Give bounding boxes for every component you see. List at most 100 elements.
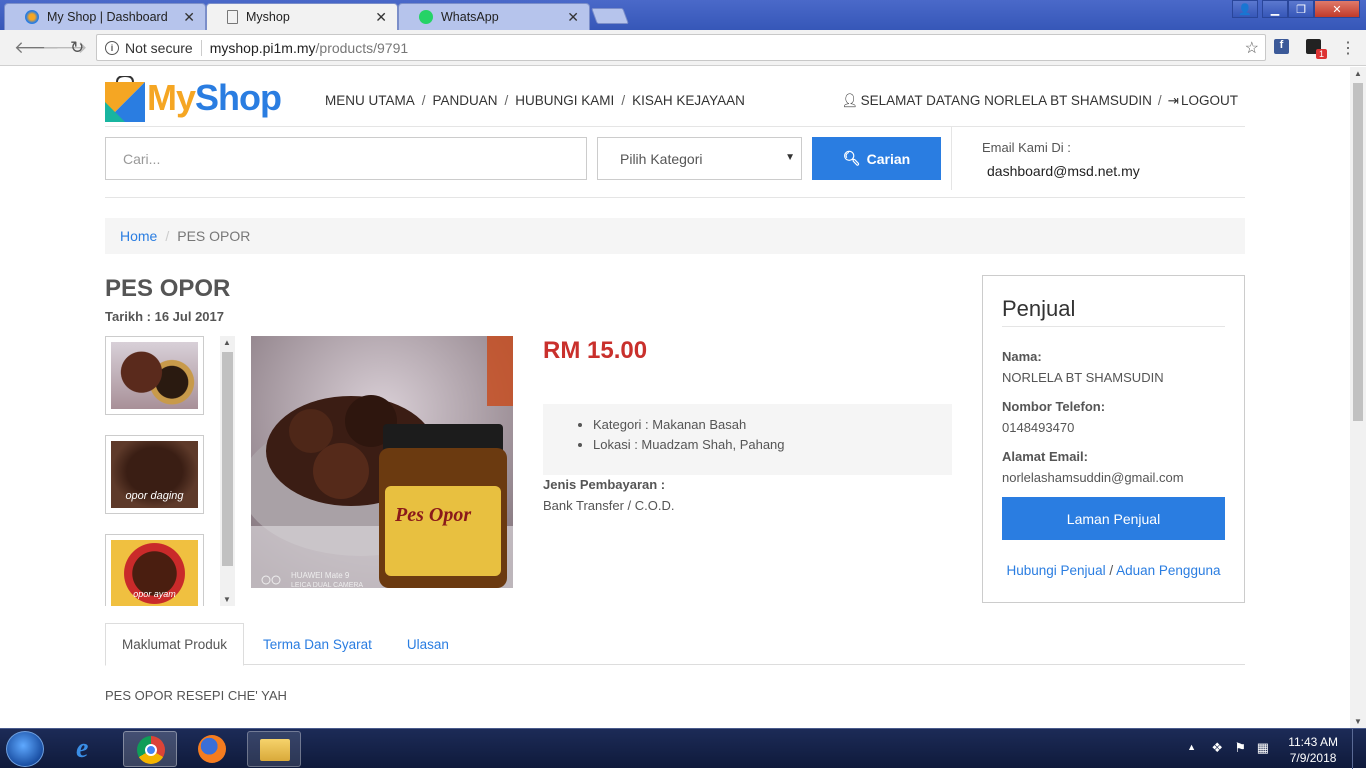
detail-category: Kategori : Makanan Basah bbox=[593, 417, 952, 432]
browser-tab-strip: My Shop | Dashboard ✕ Myshop ✕ WhatsApp … bbox=[0, 0, 1366, 30]
search-button[interactable]: 🔍︎ Carian bbox=[812, 137, 941, 180]
clock-date: 7/9/2018 bbox=[1289, 751, 1337, 765]
category-select[interactable]: Pilih Kategori ▼ bbox=[597, 137, 802, 180]
seller-phone-label: Nombor Telefon: bbox=[1002, 399, 1106, 414]
dropbox-icon[interactable]: ❖ bbox=[1211, 740, 1223, 756]
thumbnail-image: opor ayam bbox=[111, 540, 198, 606]
user-icon: 👤︎ bbox=[841, 93, 859, 108]
action-center-flag-icon[interactable]: ⚑ bbox=[1234, 740, 1246, 756]
email-address: dashboard@msd.net.my bbox=[987, 163, 1140, 179]
new-tab-button[interactable] bbox=[591, 8, 629, 24]
profile-icon[interactable]: 👤 bbox=[1232, 0, 1258, 18]
seller-heading: Penjual bbox=[1002, 296, 1225, 327]
restore-button[interactable]: ❐ bbox=[1288, 0, 1314, 18]
nav-kisah-kejayaan[interactable]: KISAH KEJAYAAN bbox=[632, 93, 745, 108]
nav-menu-utama[interactable]: MENU UTAMA bbox=[325, 93, 415, 108]
payment-label: Jenis Pembayaran : bbox=[543, 477, 666, 492]
url-path: /products/9791 bbox=[315, 39, 409, 56]
product-details: Kategori : Makanan Basah Lokasi : Muadza… bbox=[543, 404, 952, 475]
info-icon[interactable]: i bbox=[105, 40, 119, 55]
logout-link[interactable]: LOGOUT bbox=[1181, 93, 1238, 109]
seller-page-button[interactable]: Laman Penjual bbox=[1002, 497, 1225, 540]
tab-my-shop-dashboard[interactable]: My Shop | Dashboard ✕ bbox=[4, 3, 206, 30]
thumbnail-image bbox=[111, 342, 198, 409]
search-icon: 🔍︎ bbox=[842, 150, 861, 166]
tab-maklumat-produk[interactable]: Maklumat Produk bbox=[105, 623, 245, 666]
network-icon[interactable]: ▦ bbox=[1257, 740, 1269, 756]
link-separator: / bbox=[1109, 563, 1114, 578]
scroll-down-icon[interactable]: ▼ bbox=[1354, 717, 1362, 726]
scrollbar-thumb[interactable] bbox=[1353, 83, 1363, 421]
contact-email-box: Email Kami Di : dashboard@msd.net.my bbox=[982, 140, 1140, 179]
breadcrumb-separator: / bbox=[165, 228, 170, 244]
thumbnail-3[interactable]: opor ayam bbox=[105, 534, 204, 606]
divider bbox=[105, 197, 1245, 198]
welcome-link[interactable]: SELAMAT DATANG NORLELA BT SHAMSUDIN bbox=[861, 93, 1152, 109]
close-window-button[interactable]: ✕ bbox=[1314, 0, 1360, 18]
contact-seller-link[interactable]: Hubungi Penjual bbox=[1007, 563, 1106, 578]
scroll-up-icon[interactable]: ▲ bbox=[1354, 69, 1362, 78]
search-button-label: Carian bbox=[866, 150, 911, 167]
search-input[interactable]: Cari... bbox=[105, 137, 587, 180]
divider bbox=[951, 127, 952, 190]
whatsapp-favicon-icon bbox=[419, 10, 433, 24]
tab-whatsapp[interactable]: WhatsApp ✕ bbox=[398, 3, 590, 30]
reload-icon[interactable]: ↻ bbox=[70, 38, 84, 58]
tray-expand-icon[interactable]: ▲ bbox=[1187, 742, 1196, 752]
page-favicon-icon bbox=[227, 10, 238, 24]
start-button[interactable] bbox=[6, 731, 44, 767]
seller-email-label: Alamat Email: bbox=[1002, 449, 1088, 464]
seller-links: Hubungi Penjual / Aduan Pengguna bbox=[1002, 563, 1225, 578]
show-desktop-button[interactable] bbox=[1352, 729, 1366, 769]
nav-panduan[interactable]: PANDUAN bbox=[433, 93, 498, 108]
close-icon[interactable]: ✕ bbox=[183, 9, 195, 26]
breadcrumb-home[interactable]: Home bbox=[120, 228, 157, 244]
thumbnail-list[interactable]: opor daging opor ayam bbox=[105, 336, 235, 606]
product-photo: Pes Opor HUAWEI Mate 9 LEICA DUAL CAMERA bbox=[251, 336, 513, 588]
thumbnail-2[interactable]: opor daging bbox=[105, 435, 204, 514]
tab-title: My Shop | Dashboard bbox=[47, 10, 168, 24]
address-bar[interactable]: i Not secure myshop.pi1m.my /products/97… bbox=[96, 34, 1266, 61]
thumbnail-scrollbar[interactable]: ▲ ▼ bbox=[220, 336, 235, 606]
firefox-icon[interactable] bbox=[185, 731, 239, 767]
close-icon[interactable]: ✕ bbox=[567, 9, 579, 26]
breadcrumb-current: PES OPOR bbox=[177, 228, 251, 244]
tab-title: WhatsApp bbox=[441, 10, 499, 24]
close-icon[interactable]: ✕ bbox=[375, 9, 387, 26]
internet-explorer-icon[interactable]: e bbox=[62, 731, 116, 767]
facebook-extension-icon[interactable]: f bbox=[1274, 39, 1289, 54]
scrollbar-thumb[interactable] bbox=[222, 352, 233, 566]
thumbnail-1[interactable] bbox=[105, 336, 204, 415]
tab-ulasan[interactable]: Ulasan bbox=[391, 623, 465, 665]
breadcrumb: Home / PES OPOR bbox=[105, 218, 1245, 254]
site-logo[interactable]: My Shop bbox=[105, 73, 282, 123]
main-nav: MENU UTAMA / PANDUAN / HUBUNGI KAMI / KISAH… bbox=[325, 93, 745, 108]
seller-name-label: Nama: bbox=[1002, 349, 1042, 364]
nav-separator: / bbox=[421, 93, 426, 108]
chrome-icon[interactable] bbox=[123, 731, 177, 767]
system-clock[interactable]: 11:43 AM 7/9/2018 bbox=[1288, 734, 1338, 766]
logo-bag-icon bbox=[105, 74, 145, 122]
product-date: Tarikh : 16 Jul 2017 bbox=[105, 309, 224, 324]
tab-myshop[interactable]: Myshop ✕ bbox=[206, 3, 398, 30]
extension-badge: 1 bbox=[1316, 49, 1328, 59]
file-explorer-icon[interactable] bbox=[247, 731, 301, 767]
tab-terma-dan-syarat[interactable]: Terma Dan Syarat bbox=[247, 623, 388, 665]
scroll-down-icon[interactable]: ▼ bbox=[223, 595, 231, 604]
nav-hubungi-kami[interactable]: HUBUNGI KAMI bbox=[515, 93, 614, 108]
web-page: My Shop MENU UTAMA / PANDUAN / HUBUNGI KAMI… bbox=[0, 67, 1350, 728]
product-main-image[interactable]: Pes Opor HUAWEI Mate 9 LEICA DUAL CAMERA bbox=[251, 336, 513, 588]
category-select-value: Pilih Kategori bbox=[620, 150, 703, 167]
page-scrollbar[interactable]: ▲ ▼ bbox=[1350, 67, 1366, 728]
scroll-up-icon[interactable]: ▲ bbox=[223, 338, 231, 347]
menu-icon[interactable]: ⋮ bbox=[1340, 38, 1356, 58]
nav-separator: / bbox=[1157, 93, 1162, 108]
product-title: PES OPOR bbox=[105, 275, 231, 302]
user-nav: 👤︎ SELAMAT DATANG NORLELA BT SHAMSUDIN /… bbox=[841, 93, 1238, 109]
shop-favicon-icon bbox=[25, 10, 39, 24]
product-price: RM 15.00 bbox=[543, 337, 648, 364]
minimize-button[interactable]: ▁ bbox=[1262, 0, 1288, 18]
seller-panel: Penjual Nama: NORLELA BT SHAMSUDIN Nombo… bbox=[982, 275, 1245, 603]
report-link[interactable]: Aduan Pengguna bbox=[1116, 563, 1220, 578]
bookmark-star-icon[interactable]: ☆ bbox=[1245, 38, 1259, 58]
